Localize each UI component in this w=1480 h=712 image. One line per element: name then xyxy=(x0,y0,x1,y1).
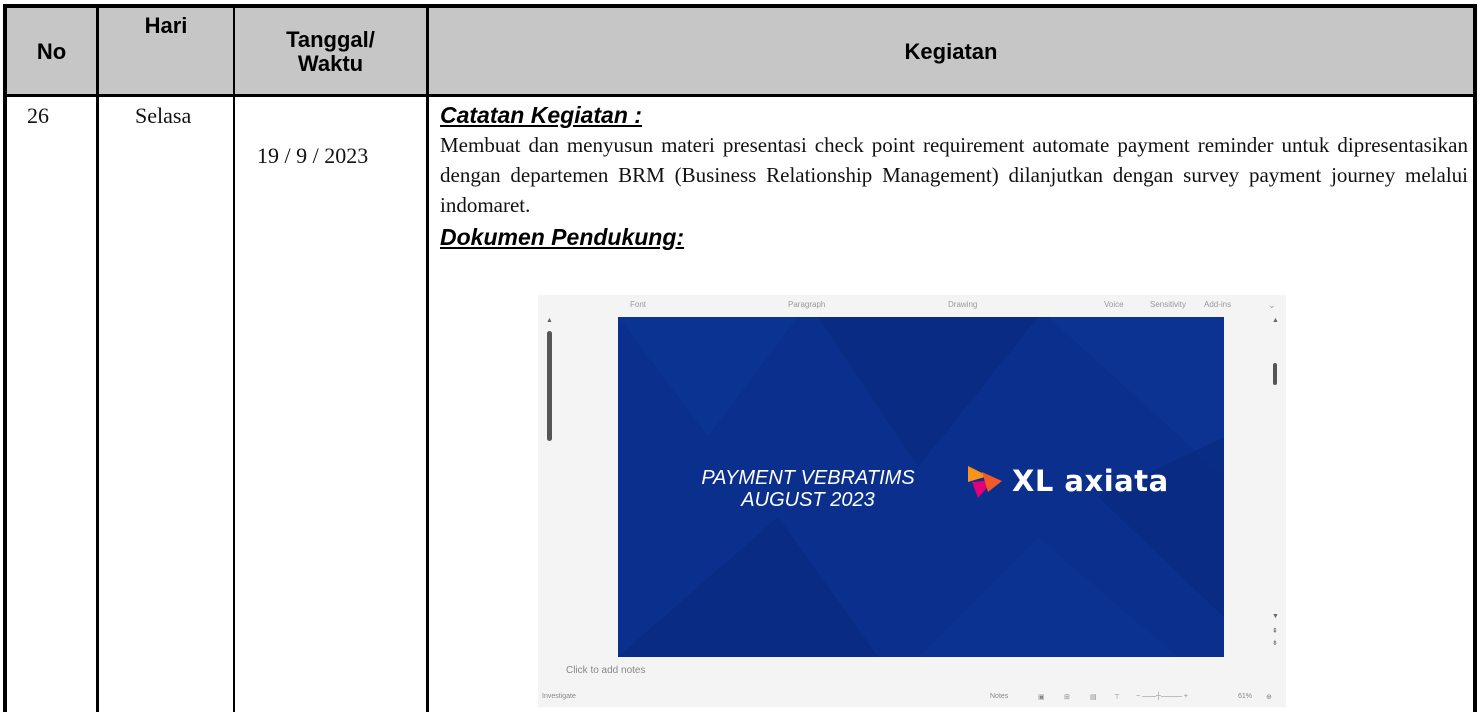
ribbon-paragraph: Paragraph xyxy=(788,300,826,309)
next-slide-icon: ⇟ xyxy=(1272,640,1278,647)
header-tanggal-line1: Tanggal/ xyxy=(286,27,375,52)
scroll-down-icon: ▼ xyxy=(1272,613,1279,620)
fit-slide-icon[interactable]: ⊕ xyxy=(1266,693,1272,701)
slide-canvas: PAYMENT VEBRATIMS AUGUST 2023 XL axiata xyxy=(618,317,1224,657)
scroll-up-icon: ▲ xyxy=(546,317,553,324)
ribbon-addins: Add-ins xyxy=(1204,300,1232,309)
row-hari: Selasa xyxy=(135,103,192,128)
zoom-level[interactable]: 61% xyxy=(1238,693,1252,700)
row-tanggal: 19 / 9 / 2023 xyxy=(257,143,369,168)
ribbon-drawing: Drawing xyxy=(948,300,978,309)
activity-table: No Hari Tanggal/ Waktu Kegiatan 26 Selas… xyxy=(0,0,1480,712)
slideshow-icon[interactable]: ⊤ xyxy=(1114,693,1120,701)
header-waktu-line2: Waktu xyxy=(297,51,364,76)
scroll-thumb xyxy=(547,331,552,441)
catatan-heading: Catatan Kegiatan : xyxy=(440,102,642,128)
status-investigate: Investigate xyxy=(542,693,576,700)
header-hari: Hari xyxy=(144,13,188,38)
notes-pane[interactable]: Click to add notes xyxy=(566,665,646,676)
xl-logo-icon xyxy=(968,466,1002,498)
ribbon-font: Font xyxy=(630,300,647,309)
row-no: 26 xyxy=(27,103,49,128)
normal-view-icon[interactable]: ▣ xyxy=(1038,693,1045,701)
slide-title-line1: PAYMENT VEBRATIMS xyxy=(701,467,915,489)
slide-title-line2: AUGUST 2023 xyxy=(741,489,875,511)
dokumen-heading: Dokumen Pendukung: xyxy=(440,224,685,250)
catatan-text: Membuat dan menyusun materi presentasi c… xyxy=(440,133,1468,217)
ribbon-groups: Font Paragraph Drawing Voice Sensitivity… xyxy=(538,295,1286,315)
col-divider xyxy=(426,4,429,712)
slide-title: PAYMENT VEBRATIMS AUGUST 2023 xyxy=(688,467,928,511)
xl-axiata-logo: XL axiata xyxy=(968,462,1169,500)
header-no: No xyxy=(36,39,67,64)
col-divider xyxy=(96,4,99,712)
header-kegiatan: Kegiatan xyxy=(904,39,998,64)
zoom-slider[interactable]: − ——┼——— + xyxy=(1136,693,1188,700)
col-divider xyxy=(233,4,235,712)
slide-sorter-icon[interactable]: ⊞ xyxy=(1064,693,1070,701)
header-tanggal: Tanggal/ Waktu xyxy=(235,8,426,96)
kegiatan-cell: Catatan Kegiatan : Membuat dan menyusun … xyxy=(440,102,1468,250)
xl-axiata-wordmark: XL axiata xyxy=(1012,464,1169,498)
notes-button[interactable]: Notes xyxy=(990,693,1008,700)
ribbon-sensitivity: Sensitivity xyxy=(1150,300,1187,309)
right-scrollbar: ▲ ▼ ⇞ ⇟ xyxy=(1272,317,1280,677)
supporting-screenshot: Font Paragraph Drawing Voice Sensitivity… xyxy=(538,295,1286,707)
prev-slide-icon: ⇞ xyxy=(1272,628,1278,635)
scroll-up-icon: ▲ xyxy=(1272,317,1279,324)
status-bar: Investigate Notes ▣ ⊞ ▤ ⊤ − ——┼——— + 61%… xyxy=(538,689,1286,707)
left-scrollbar: ▲ xyxy=(546,317,554,657)
chevron-down-icon: ⌄ xyxy=(1268,300,1276,310)
ribbon-voice: Voice xyxy=(1104,300,1124,309)
scroll-thumb xyxy=(1273,363,1277,385)
reading-view-icon[interactable]: ▤ xyxy=(1090,693,1097,701)
